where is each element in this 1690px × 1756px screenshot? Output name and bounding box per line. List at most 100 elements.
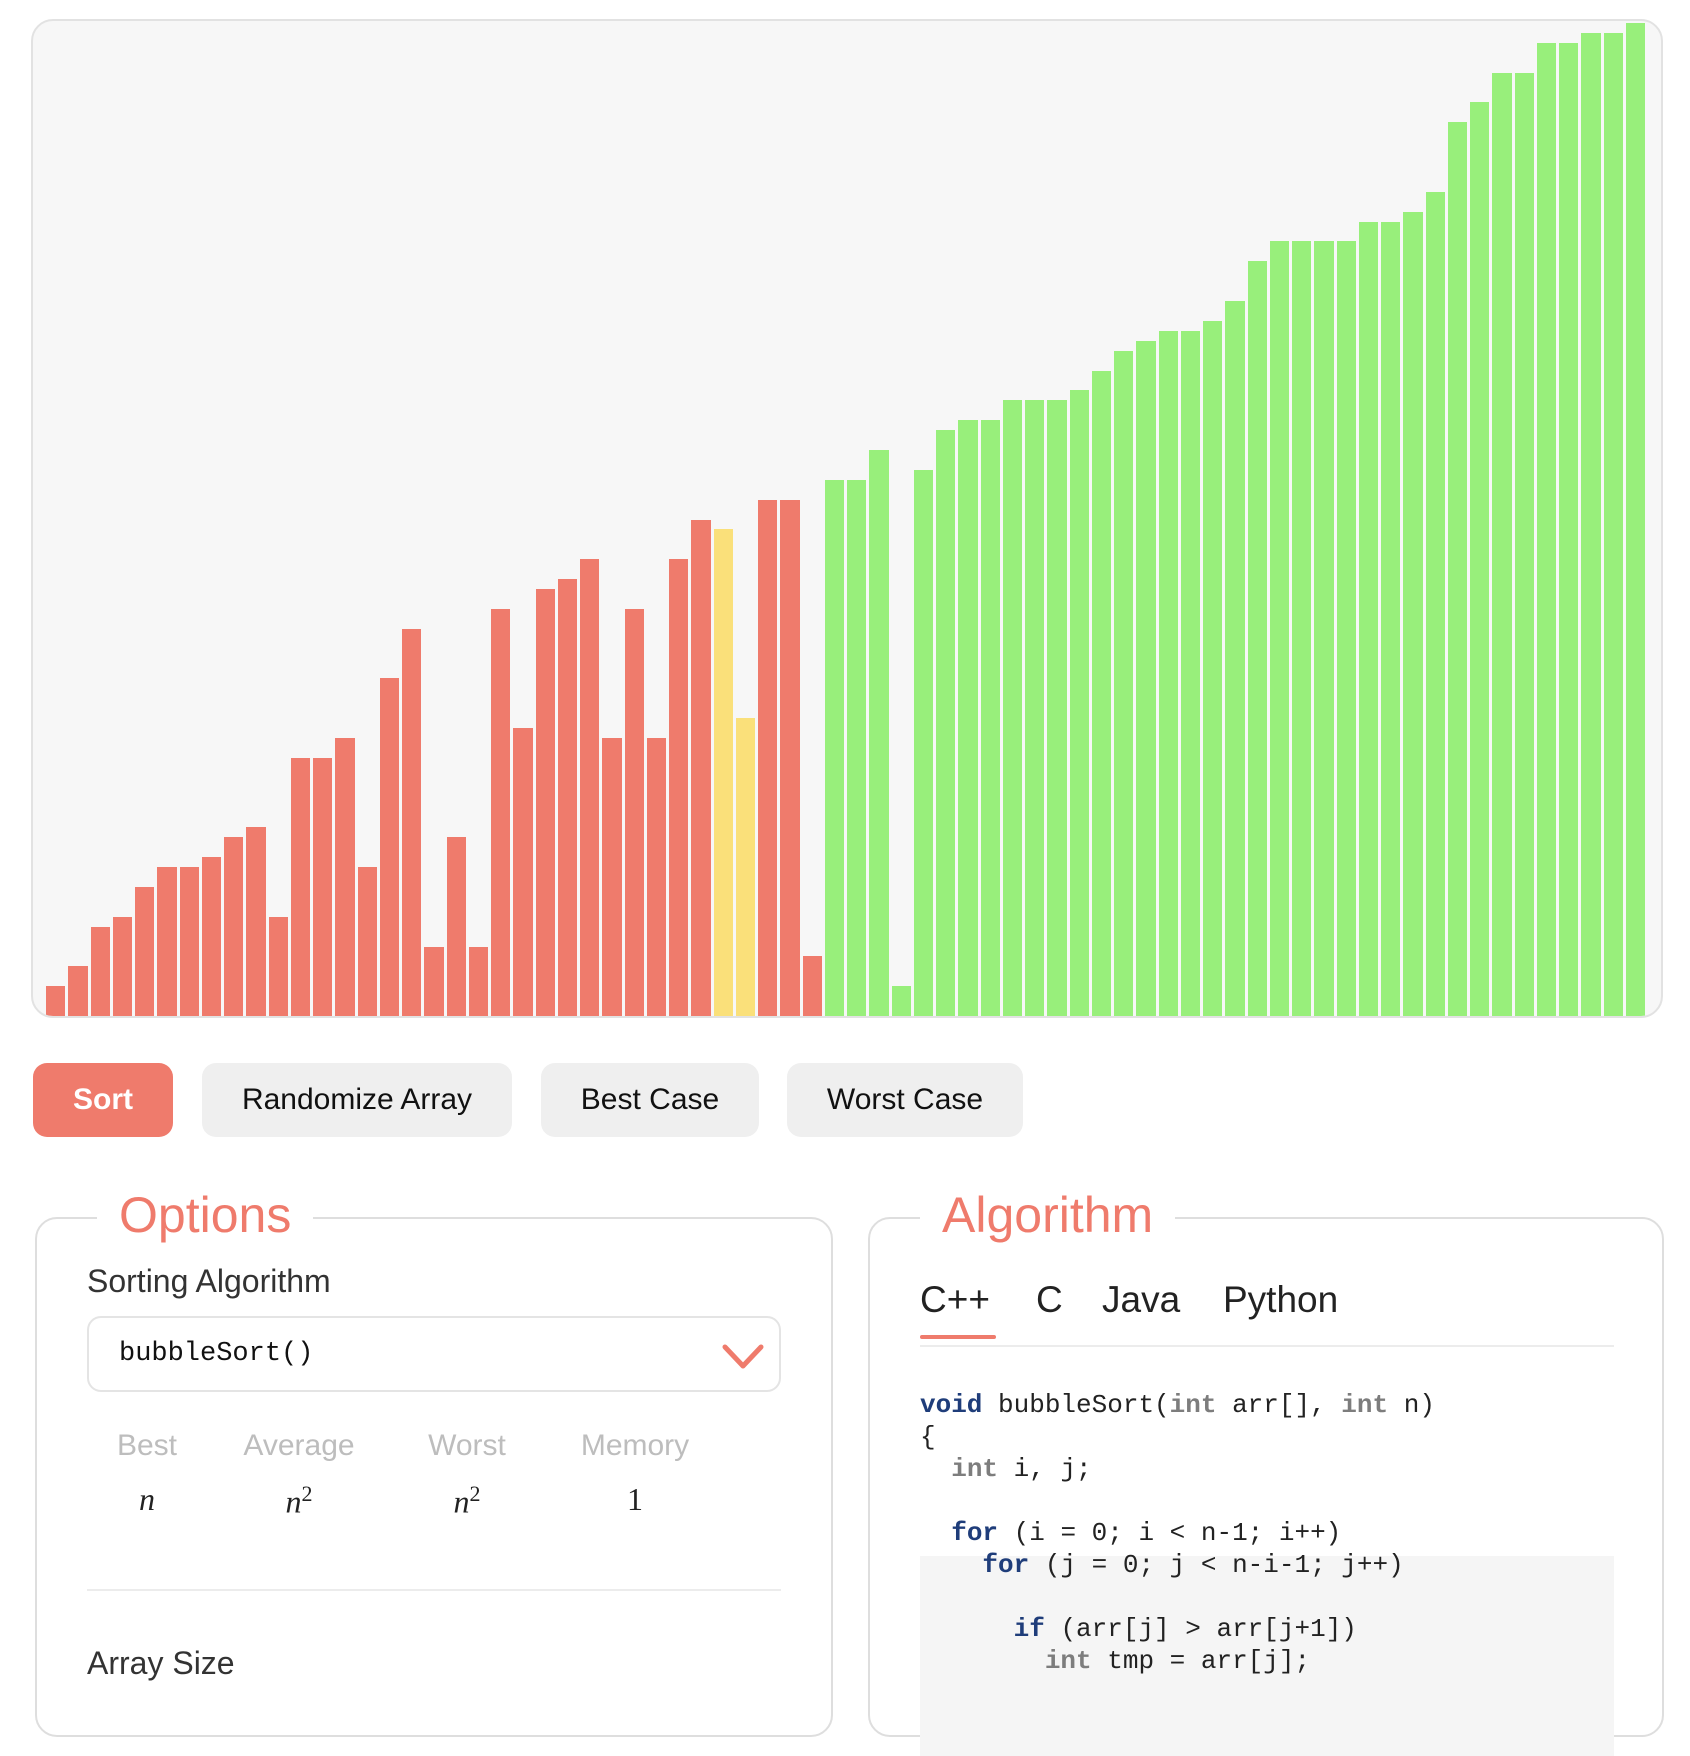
worst-complexity-header: Worst	[428, 1429, 506, 1462]
bar-52	[1203, 320, 1223, 1016]
memory-complexity-header: Memory	[580, 1429, 690, 1462]
tab-python[interactable]: Python	[1223, 1279, 1338, 1321]
bar-21	[513, 728, 533, 1016]
bar-38	[891, 986, 911, 1016]
memory-complexity-value: 1	[627, 1481, 643, 1517]
bar-8	[224, 837, 244, 1016]
bar-5	[157, 867, 177, 1016]
code-block: void bubbleSort(int arr[], int n) { int …	[920, 1390, 1435, 1676]
bar-40	[936, 430, 956, 1016]
bar-65	[1492, 72, 1512, 1016]
bar-12	[313, 757, 333, 1016]
bar-70	[1603, 32, 1623, 1016]
bar-60	[1381, 221, 1401, 1016]
bar-41	[958, 420, 978, 1016]
bar-11	[290, 757, 310, 1016]
options-panel: Options Sorting Algorithm bubbleSort() B…	[35, 1183, 833, 1737]
bar-68	[1559, 42, 1579, 1016]
bar-15	[379, 678, 399, 1016]
tab-c[interactable]: C	[1036, 1279, 1063, 1321]
bar-50	[1158, 330, 1178, 1016]
bar-17	[424, 946, 444, 1016]
bar-43	[1002, 400, 1022, 1016]
bar-2	[90, 926, 110, 1016]
bar-44	[1025, 400, 1045, 1016]
worst-complexity-value: n2	[453, 1481, 481, 1520]
bar-29	[691, 519, 711, 1016]
bar-61	[1403, 211, 1423, 1016]
bar-54	[1247, 261, 1267, 1016]
bar-18	[446, 837, 466, 1016]
bar-49	[1136, 340, 1156, 1016]
best-case-button[interactable]: Best Case	[541, 1063, 759, 1137]
bar-56	[1292, 241, 1312, 1016]
chevron-down-icon	[722, 1344, 764, 1369]
bar-7	[201, 857, 221, 1016]
bar-26	[624, 608, 644, 1016]
bar-58	[1336, 241, 1356, 1016]
algorithm-panel: Algorithm C++ C Java Python void bubbleS…	[868, 1183, 1664, 1756]
bar-42	[980, 420, 1000, 1016]
bar-22	[535, 589, 555, 1016]
bar-48	[1114, 350, 1134, 1016]
bar-27	[646, 737, 666, 1016]
bar-35	[824, 479, 844, 1016]
bar-32	[758, 499, 778, 1016]
tab-cpp[interactable]: C++	[920, 1279, 990, 1321]
bar-45	[1047, 400, 1067, 1016]
bar-34	[802, 956, 822, 1016]
tabs-divider	[920, 1345, 1614, 1347]
bar-36	[847, 479, 867, 1016]
options-legend: Options	[97, 1183, 314, 1247]
algorithm-legend: Algorithm	[920, 1183, 1176, 1247]
worst-case-button[interactable]: Worst Case	[787, 1063, 1023, 1137]
average-complexity-header: Average	[243, 1429, 355, 1462]
bar-14	[357, 867, 377, 1016]
bar-6	[179, 867, 199, 1016]
bar-24	[580, 559, 600, 1016]
bar-69	[1581, 32, 1601, 1016]
bar-3	[112, 916, 132, 1016]
bar-4	[135, 886, 155, 1016]
bar-59	[1358, 221, 1378, 1016]
bar-13	[335, 737, 355, 1016]
bar-67	[1536, 42, 1556, 1016]
bar-62	[1425, 191, 1445, 1016]
bar-30	[713, 529, 733, 1016]
active-tab-indicator	[920, 1335, 996, 1339]
bar-51	[1180, 330, 1200, 1016]
bar-53	[1225, 301, 1245, 1016]
sorting-visualizer	[31, 19, 1663, 1018]
sorting-algorithm-label: Sorting Algorithm	[87, 1263, 331, 1299]
array-size-label: Array Size	[87, 1645, 235, 1681]
bar-64	[1470, 102, 1490, 1016]
bar-31	[735, 718, 755, 1016]
bar-39	[913, 469, 933, 1016]
bar-16	[402, 628, 422, 1016]
bar-33	[780, 499, 800, 1016]
bar-37	[869, 450, 889, 1016]
bar-47	[1091, 370, 1111, 1016]
bar-19	[468, 946, 488, 1016]
bar-71	[1625, 23, 1645, 1016]
bar-28	[669, 559, 689, 1016]
sort-button[interactable]: Sort	[33, 1063, 173, 1137]
bar-chart	[46, 21, 1648, 1016]
bar-55	[1269, 241, 1289, 1016]
bar-20	[491, 608, 511, 1016]
tab-java[interactable]: Java	[1102, 1279, 1180, 1321]
average-complexity-value: n2	[285, 1481, 313, 1520]
bar-66	[1514, 72, 1534, 1016]
bar-57	[1314, 241, 1334, 1016]
options-divider	[87, 1589, 781, 1591]
bar-1	[68, 966, 88, 1016]
bar-63	[1447, 122, 1467, 1016]
algorithm-select[interactable]: bubbleSort()	[87, 1316, 781, 1392]
bar-9	[246, 827, 266, 1016]
algorithm-select-value: bubbleSort()	[119, 1339, 314, 1369]
randomize-array-button[interactable]: Randomize Array	[202, 1063, 512, 1137]
bar-0	[46, 986, 66, 1016]
bar-10	[268, 916, 288, 1016]
bar-25	[602, 737, 622, 1016]
bar-46	[1069, 390, 1089, 1016]
